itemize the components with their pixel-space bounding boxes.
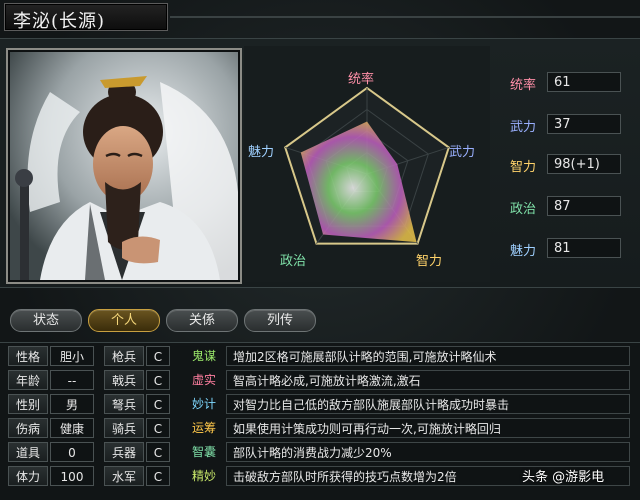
stat-value: 87 bbox=[547, 196, 621, 216]
troop-type: 弩兵 bbox=[104, 394, 144, 414]
stat-value: 98(+1) bbox=[547, 154, 621, 174]
profile-label: 性格 bbox=[8, 346, 48, 366]
stat-label: 统率 bbox=[510, 78, 537, 93]
troop-type: 骑兵 bbox=[104, 418, 144, 438]
tab-personal[interactable]: 个人 bbox=[88, 309, 160, 332]
stat-row-politics: 政治 87 bbox=[504, 196, 634, 218]
profile-value: 健康 bbox=[50, 418, 94, 438]
officer-portrait bbox=[10, 52, 238, 280]
profile-value: 胆小 bbox=[50, 346, 94, 366]
skill-description: 增加2区格可施展部队计略的范围,可施放计略仙术 bbox=[226, 346, 630, 366]
stat-label: 武力 bbox=[510, 120, 537, 135]
profile-value: 100 bbox=[50, 466, 94, 486]
skill-description: 对智力比自己低的敌方部队施展部队计略成功时暴击 bbox=[226, 394, 630, 414]
stat-value: 37 bbox=[547, 114, 621, 134]
radar-label-charm: 魅力 bbox=[248, 145, 275, 160]
stat-row-charm: 魅力 81 bbox=[504, 238, 634, 260]
skill-name[interactable]: 虚实 bbox=[184, 370, 224, 390]
profile-label: 体力 bbox=[8, 466, 48, 486]
skill-name[interactable]: 妙计 bbox=[184, 394, 224, 414]
troop-type: 戟兵 bbox=[104, 370, 144, 390]
tab-relations[interactable]: 关係 bbox=[166, 309, 238, 332]
attribute-stats-panel: 统率 61 武力 37 智力 98(+1) 政治 87 魅力 81 bbox=[496, 46, 636, 282]
stat-label: 政治 bbox=[510, 202, 537, 217]
skill-name[interactable]: 精妙 bbox=[184, 466, 224, 486]
stat-label: 智力 bbox=[510, 160, 537, 175]
profile-value: 0 bbox=[50, 442, 94, 462]
stat-row-command: 统率 61 bbox=[504, 72, 634, 94]
skill-description: 如果使用计策成功则可再行动一次,可施放计略回归 bbox=[226, 418, 630, 438]
radar-label-war: 武力 bbox=[449, 145, 476, 160]
troop-type: 水军 bbox=[104, 466, 144, 486]
troop-type: 枪兵 bbox=[104, 346, 144, 366]
skill-name[interactable]: 鬼谋 bbox=[184, 346, 224, 366]
troop-grade: C bbox=[146, 346, 170, 366]
troop-type: 兵器 bbox=[104, 442, 144, 462]
profile-label: 性别 bbox=[8, 394, 48, 414]
troop-grade: C bbox=[146, 418, 170, 438]
skill-name[interactable]: 智囊 bbox=[184, 442, 224, 462]
tab-bar: 状态 个人 关係 列传 bbox=[0, 300, 640, 340]
watermark-text: 头条 @游影电 bbox=[522, 470, 605, 485]
stat-row-intelligence: 智力 98(+1) bbox=[504, 154, 634, 176]
skill-description: 部队计略的消费战力减少20% bbox=[226, 442, 630, 462]
troop-grade: C bbox=[146, 466, 170, 486]
officer-detail-window: 李泌(长源) 统率 武力 智力 政治 魅力 统率 61 武力 37 智力 98(… bbox=[0, 0, 640, 500]
radar-label-command: 统率 bbox=[348, 72, 375, 87]
profile-value: 男 bbox=[50, 394, 94, 414]
stat-value: 61 bbox=[547, 72, 621, 92]
portrait-frame bbox=[6, 48, 242, 284]
skill-name[interactable]: 运筹 bbox=[184, 418, 224, 438]
stat-row-war: 武力 37 bbox=[504, 114, 634, 136]
officer-name-plate: 李泌(长源) bbox=[4, 3, 168, 32]
header-divider bbox=[170, 16, 640, 18]
profile-label: 年龄 bbox=[8, 370, 48, 390]
stat-label: 魅力 bbox=[510, 244, 537, 259]
tab-status[interactable]: 状态 bbox=[10, 309, 82, 332]
attribute-radar-chart: 统率 武力 智力 政治 魅力 bbox=[244, 46, 490, 282]
radar-label-politics: 政治 bbox=[280, 254, 307, 269]
troop-grade: C bbox=[146, 394, 170, 414]
tab-biography[interactable]: 列传 bbox=[244, 309, 316, 332]
stat-value: 81 bbox=[547, 238, 621, 258]
profile-value: -- bbox=[50, 370, 94, 390]
profile-label: 伤病 bbox=[8, 418, 48, 438]
officer-name: 李泌(长源) bbox=[13, 11, 106, 32]
troop-grade: C bbox=[146, 442, 170, 462]
profile-label: 道具 bbox=[8, 442, 48, 462]
skill-description: 智高计略必成,可施放计略激流,激石 bbox=[226, 370, 630, 390]
radar-label-intelligence: 智力 bbox=[416, 254, 443, 269]
troop-grade: C bbox=[146, 370, 170, 390]
